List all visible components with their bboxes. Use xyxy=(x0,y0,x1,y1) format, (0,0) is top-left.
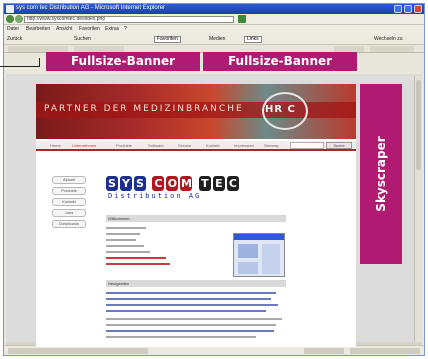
toolbar-media-button[interactable]: Medien xyxy=(209,36,225,43)
status-zone xyxy=(350,348,420,354)
screenshot-block xyxy=(238,262,258,274)
site-navigation: Home Unternehmen Produkte Software Servi… xyxy=(36,141,356,151)
scrollbar-thumb[interactable] xyxy=(416,80,421,170)
toolbar-search-button[interactable]: Suchen xyxy=(74,36,91,43)
text-line xyxy=(106,310,266,312)
side-button[interactable]: Aktuell xyxy=(52,176,86,184)
screenshot-block xyxy=(262,244,280,274)
text-line xyxy=(106,324,276,326)
side-button[interactable]: Produkte xyxy=(52,187,86,195)
brand-tagline: Distribution AG xyxy=(108,192,202,200)
brand-letter: S xyxy=(106,176,118,191)
text-line xyxy=(106,336,256,338)
brand-letter: O xyxy=(166,176,179,191)
text-line xyxy=(106,330,274,332)
text-line xyxy=(106,239,136,241)
link-line[interactable] xyxy=(106,257,166,259)
hero-logo-text: HR C xyxy=(265,104,296,115)
screenshot-frame: sys com tec Distribution AG - Microsoft … xyxy=(0,0,428,359)
menu-bar: Datei Bearbeiten Ansicht Favoriten Extra… xyxy=(4,25,424,34)
minimize-button[interactable] xyxy=(394,5,402,13)
menu-file[interactable]: Datei xyxy=(7,26,19,32)
hero-banner: PARTNER DER MEDIZINBRANCHE HR C xyxy=(36,84,356,139)
toolbar-favorites-button[interactable]: Favoriten xyxy=(154,36,181,43)
brand-letter: C xyxy=(152,176,165,191)
screenshot-header xyxy=(234,234,284,240)
close-button[interactable] xyxy=(414,5,422,13)
go-icon[interactable] xyxy=(238,15,246,23)
brand-letter: S xyxy=(134,176,146,191)
title-bar: sys com tec Distribution AG - Microsoft … xyxy=(4,4,424,14)
text-line xyxy=(106,245,144,247)
side-button[interactable]: Jobs xyxy=(52,209,86,217)
brand-letter: T xyxy=(198,176,211,191)
nav-item[interactable]: Unternehmen xyxy=(72,143,96,148)
status-text xyxy=(8,348,148,354)
nav-item[interactable]: Service xyxy=(178,143,191,148)
website: PARTNER DER MEDIZINBRANCHE HR C Home Unt… xyxy=(36,84,356,347)
brand-logo: SYS COM TEC xyxy=(106,174,241,192)
menu-help[interactable]: ? xyxy=(124,26,127,32)
nav-item[interactable]: Impressum xyxy=(234,143,254,148)
text-line xyxy=(106,251,150,253)
toolbar-go-button[interactable]: Wechseln zu xyxy=(374,36,403,43)
maximize-button[interactable] xyxy=(404,5,412,13)
text-line xyxy=(106,227,146,229)
menu-view[interactable]: Ansicht xyxy=(56,26,72,32)
site-search-input[interactable] xyxy=(290,142,324,149)
nav-item[interactable]: Home xyxy=(50,143,61,148)
skyscraper-ad[interactable]: Skyscraper xyxy=(360,84,402,264)
link-item[interactable] xyxy=(370,46,414,52)
fullsize-banner-left[interactable]: Fullsize-Banner xyxy=(46,52,200,71)
status-zone xyxy=(304,348,344,354)
menu-tools[interactable]: Extras xyxy=(105,26,119,32)
address-field[interactable]: http://www.syscomtec.de/index.php xyxy=(24,16,234,23)
product-screenshot[interactable] xyxy=(233,233,285,277)
window-title: sys com tec Distribution AG - Microsoft … xyxy=(16,5,166,11)
brand-letter: C xyxy=(226,176,239,191)
menu-favorites[interactable]: Favoriten xyxy=(79,26,100,32)
ie-icon xyxy=(6,5,14,13)
forward-icon[interactable] xyxy=(15,15,23,23)
brand-letter: Y xyxy=(120,176,132,191)
text-line xyxy=(106,292,276,294)
fullsize-banner-right[interactable]: Fullsize-Banner xyxy=(203,52,357,71)
toolbar: Zurück Suchen Favoriten Medien Links Wec… xyxy=(4,34,424,45)
nav-item[interactable]: Kontakt xyxy=(206,143,220,148)
callout-line xyxy=(39,58,40,67)
screenshot-block xyxy=(238,244,258,258)
brand-letter: M xyxy=(180,176,193,191)
site-search-button[interactable]: Suche xyxy=(326,142,352,149)
side-button[interactable]: Kontakt xyxy=(52,198,86,206)
back-icon[interactable] xyxy=(6,15,14,23)
address-row: http://www.syscomtec.de/index.php xyxy=(4,14,424,25)
link-line[interactable] xyxy=(106,263,170,265)
nav-item[interactable]: Sitemap xyxy=(264,143,279,148)
nav-item[interactable]: Produkte xyxy=(116,143,132,148)
section-title: Neuigkeiten xyxy=(106,280,286,287)
text-line xyxy=(106,298,271,300)
section-title: Willkommen xyxy=(106,215,286,222)
brand-letter: E xyxy=(212,176,225,191)
callout-line xyxy=(0,66,40,67)
toolbar-links-button[interactable]: Links xyxy=(244,36,262,43)
hero-slogan: PARTNER DER MEDIZINBRANCHE xyxy=(44,104,244,114)
toolbar-back-button[interactable]: Zurück xyxy=(7,36,22,43)
vertical-scrollbar[interactable] xyxy=(414,76,422,342)
nav-item[interactable]: Software xyxy=(148,143,164,148)
text-line xyxy=(106,318,282,320)
menu-edit[interactable]: Bearbeiten xyxy=(26,26,50,32)
skyscraper-label: Skyscraper xyxy=(374,136,388,212)
text-line xyxy=(106,304,278,306)
text-line xyxy=(106,233,140,235)
side-button[interactable]: Downloads xyxy=(52,220,86,228)
